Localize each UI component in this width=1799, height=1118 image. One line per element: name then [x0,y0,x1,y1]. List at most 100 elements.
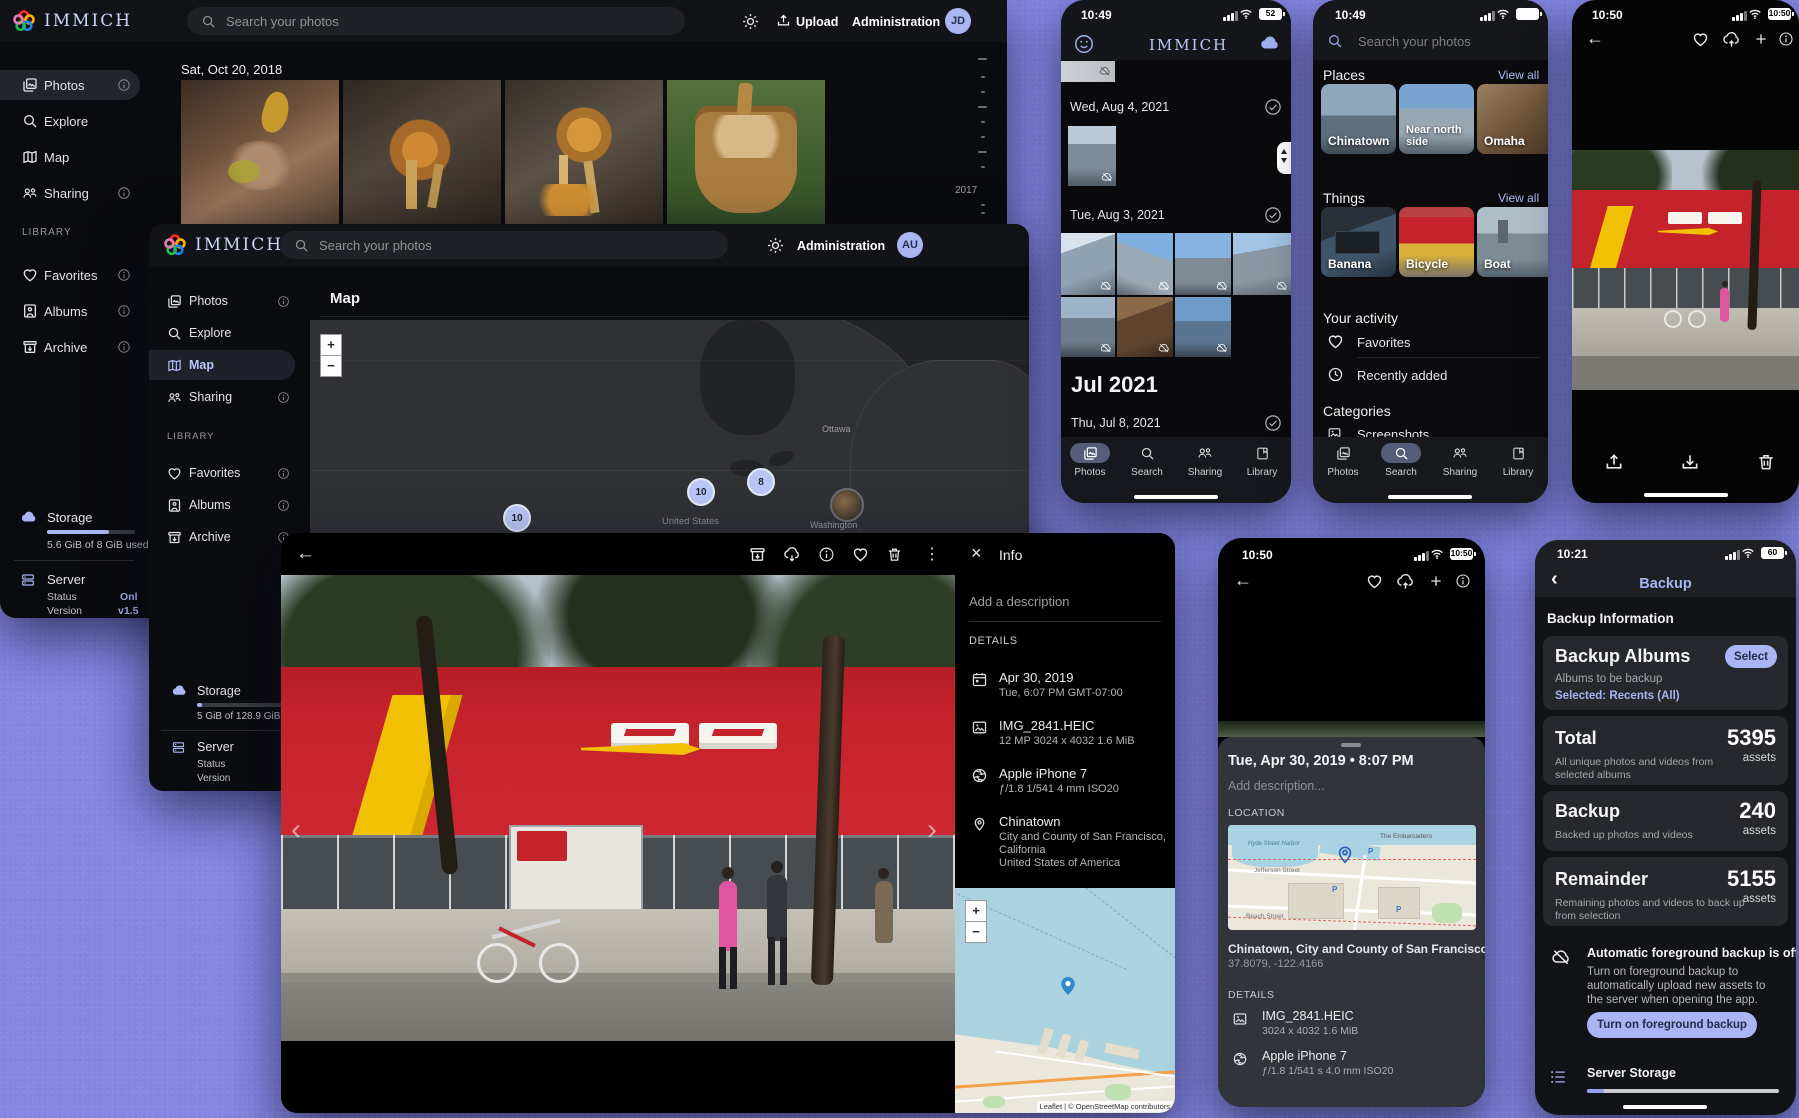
info-icon[interactable] [1455,573,1471,589]
favorite-heart-icon[interactable] [1366,573,1383,590]
upload-cloud-icon[interactable] [1722,30,1741,49]
timeline-scrollbar[interactable] [1277,142,1291,174]
sidebar-item-favorites[interactable]: Favorites [0,260,140,290]
select-all-icon[interactable] [1264,98,1282,116]
photo-thumbnail[interactable] [1233,233,1291,295]
search-input[interactable]: Search your photos [280,231,728,259]
map-zoom-out-button[interactable]: − [320,355,342,377]
photo-thumbnail[interactable] [1117,233,1173,295]
sidebar-item-explore[interactable]: Explore [0,106,140,136]
upload-button[interactable]: Upload [796,15,838,29]
thing-thumbnail[interactable]: Boat [1477,207,1548,277]
trash-icon[interactable] [886,546,903,563]
back-icon[interactable] [1586,28,1604,49]
select-button[interactable]: Select [1725,645,1777,668]
profile-smiley-icon[interactable] [1073,33,1095,55]
photo-thumbnail[interactable] [1061,297,1115,357]
photo-thumbnail[interactable] [1175,297,1231,357]
things-view-all-link[interactable]: View all [1498,191,1539,205]
thing-thumbnail[interactable]: Banana [1321,207,1396,277]
photo-viewer[interactable] [281,575,955,1041]
sidebar-item-photos[interactable]: Photos [149,286,301,316]
photo-thumbnail[interactable] [667,80,825,225]
location-map-thumbnail[interactable]: The Embarcadero Jefferson Street Beach S… [1228,825,1476,930]
map-zoom-in-button[interactable]: + [320,334,342,356]
favorite-heart-icon[interactable] [852,546,869,563]
sidebar-item-photos[interactable]: Photos [0,70,140,100]
turn-on-foreground-backup-button[interactable]: Turn on foreground backup [1587,1012,1757,1038]
search-input[interactable]: Search your photos [187,7,685,35]
select-all-icon[interactable] [1264,414,1282,432]
upload-cloud-icon[interactable] [1396,572,1415,591]
photo-thumbnail[interactable] [1068,126,1116,186]
previous-photo-icon[interactable] [291,813,301,847]
search-input[interactable]: Search your photos [1358,34,1471,49]
nav-tab-sharing[interactable]: Sharing [1177,443,1233,478]
sidebar-item-archive[interactable]: Archive [0,332,140,362]
map-cluster-marker[interactable]: 10 [687,478,715,506]
administration-link[interactable]: Administration [797,239,885,253]
places-view-all-link[interactable]: View all [1498,68,1539,82]
favorites-item[interactable]: Favorites [1357,335,1410,350]
nav-tab-library[interactable]: Library [1234,443,1290,478]
sidebar-item-map[interactable]: Map [0,142,140,172]
add-icon[interactable] [1753,31,1769,47]
photo-sliver[interactable] [1218,721,1485,737]
nav-tab-search[interactable]: Search [1373,443,1429,478]
sidebar-item-sharing[interactable]: Sharing [149,382,301,412]
cloud-user-icon[interactable] [1259,32,1281,54]
theme-toggle-icon[interactable] [767,237,784,254]
trash-icon[interactable] [1756,452,1776,472]
sidebar-item-sharing[interactable]: Sharing [0,178,140,208]
next-photo-icon[interactable] [927,813,937,847]
sidebar-item-albums[interactable]: Albums [149,490,301,520]
photo-thumbnail[interactable] [1061,61,1115,82]
info-icon[interactable] [818,546,835,563]
photo-thumbnail[interactable] [505,80,663,225]
nav-tab-sharing[interactable]: Sharing [1432,443,1488,478]
photo-thumbnail[interactable] [1117,297,1173,357]
sidebar-item-explore[interactable]: Explore [149,318,301,348]
sidebar-item-archive[interactable]: Archive [149,522,301,552]
map-zoom-out-button[interactable]: − [965,921,987,943]
photo-thumbnail[interactable] [1175,233,1231,295]
back-icon[interactable] [1234,570,1252,591]
administration-link[interactable]: Administration [852,15,940,29]
location-map[interactable]: + − Leaflet | © OpenStreetMap contributo… [955,888,1175,1113]
close-icon[interactable] [971,543,982,564]
back-icon[interactable] [296,543,315,565]
nav-tab-photos[interactable]: Photos [1062,443,1118,478]
info-icon[interactable] [1778,31,1794,47]
add-description-field[interactable]: Add a description [969,594,1069,609]
photo-thumbnail[interactable] [181,80,339,225]
map-zoom-in-button[interactable]: + [965,900,987,922]
nav-tab-photos[interactable]: Photos [1315,443,1371,478]
share-icon[interactable] [1604,452,1624,472]
nav-tab-search[interactable]: Search [1119,443,1175,478]
more-options-icon[interactable] [924,544,940,564]
add-icon[interactable] [1428,573,1444,589]
recently-added-item[interactable]: Recently added [1357,368,1447,383]
avatar[interactable]: JD [945,8,971,34]
drag-handle[interactable] [1341,743,1361,747]
archive-icon[interactable] [749,546,766,563]
select-all-icon[interactable] [1264,206,1282,224]
add-description-field[interactable]: Add description... [1228,779,1325,793]
map-cluster-marker[interactable]: 8 [747,468,775,496]
map-cluster-marker[interactable]: 10 [503,504,531,532]
photo-thumbnail[interactable] [1061,233,1115,295]
avatar[interactable]: AU [897,232,923,258]
nav-tab-library[interactable]: Library [1490,443,1546,478]
map-photo-marker[interactable] [830,488,864,522]
place-thumbnail[interactable]: Near north side [1399,84,1474,154]
sidebar-item-map-active[interactable]: Map [149,350,295,380]
download-cloud-icon[interactable] [783,546,801,564]
photo-viewer[interactable] [1572,150,1799,390]
photo-thumbnail[interactable] [343,80,501,225]
sidebar-item-favorites[interactable]: Favorites [149,458,301,488]
place-thumbnail[interactable]: Omaha [1477,84,1548,154]
sidebar-item-albums[interactable]: Albums [0,296,140,326]
theme-toggle-icon[interactable] [742,13,759,30]
place-thumbnail[interactable]: Chinatown [1321,84,1396,154]
favorite-heart-icon[interactable] [1692,31,1709,48]
